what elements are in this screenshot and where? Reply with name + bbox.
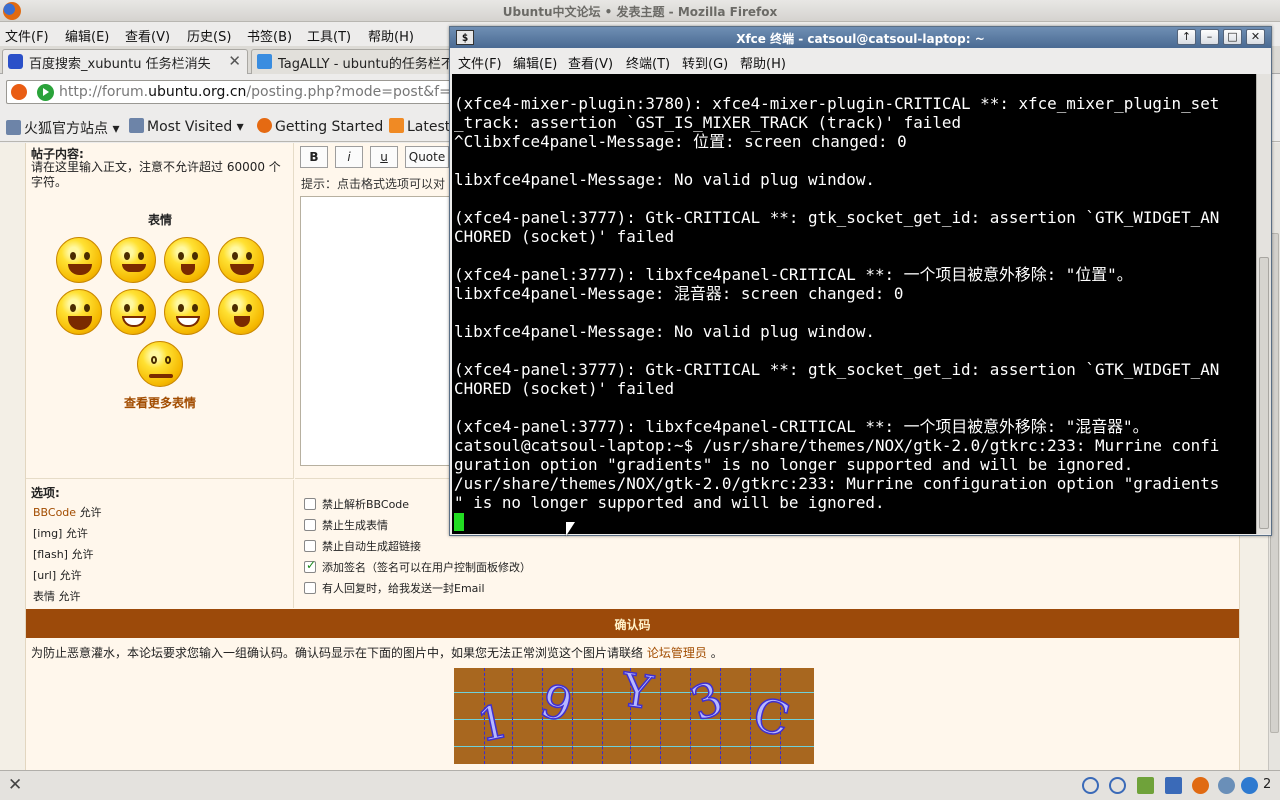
- smiley-icon[interactable]: [218, 237, 264, 283]
- option-bbcode: BBCode 允许: [33, 506, 102, 519]
- terminal-window-title: Xfce 终端 - catsoul@catsoul-laptop: ~: [736, 32, 985, 46]
- bookmark-firefox-official[interactable]: 火狐官方站点 ▾: [6, 118, 119, 138]
- close-button[interactable]: ✕: [1246, 29, 1265, 45]
- more-smilies-link[interactable]: 查看更多表情: [26, 394, 294, 411]
- scrollbar-thumb[interactable]: [1259, 257, 1269, 529]
- firefox-icon: [257, 118, 272, 133]
- firefox-window-title: Ubuntu中文论坛 • 发表主题 - Mozilla Firefox: [502, 5, 778, 19]
- smiley-icon[interactable]: [164, 289, 210, 335]
- underline-button[interactable]: u: [370, 146, 398, 168]
- terminal-titlebar[interactable]: $ Xfce 终端 - catsoul@catsoul-laptop: ~ ↑ …: [450, 27, 1271, 48]
- post-content-hint: 请在这里输入正文，注意不允许超过 60000 个字符。: [31, 160, 281, 189]
- confirm-code-description: 为防止恶意灌水，本论坛要求您输入一组确认码。确认码显示在下面的图片中，如果您无法…: [31, 646, 723, 660]
- menu-help[interactable]: 帮助(H): [368, 26, 414, 45]
- format-hint: 提示：点击格式选项可以对: [301, 177, 446, 191]
- smiley-icon[interactable]: [137, 341, 183, 387]
- tab-label: TagALLY - ubuntu的任务栏不: [278, 57, 451, 72]
- checkbox[interactable]: [304, 582, 316, 594]
- bbcode-link[interactable]: BBCode: [33, 506, 76, 519]
- fullscreen-icon[interactable]: [1165, 777, 1182, 794]
- bookmark-latest-headlines[interactable]: Latest: [389, 118, 450, 135]
- globe-icon[interactable]: [1241, 777, 1258, 794]
- checkbox-checked[interactable]: [304, 558, 316, 573]
- menu-view[interactable]: 查看(V): [125, 26, 170, 45]
- terminal-window: $ Xfce 终端 - catsoul@catsoul-laptop: ~ ↑ …: [449, 26, 1272, 536]
- disable-bbcode-option[interactable]: 禁止解析BBCode: [304, 496, 409, 512]
- smiley-icon[interactable]: [110, 237, 156, 283]
- terminal-output: (xfce4-mixer-plugin:3780): xfce4-mixer-p…: [454, 94, 1220, 512]
- confirm-code-header: 确认码: [26, 609, 1239, 638]
- terminal-menu-file[interactable]: 文件(F): [458, 53, 502, 72]
- notify-reply-option[interactable]: 有人回复时，给我发送一封Email: [304, 580, 485, 596]
- bookmark-most-visited[interactable]: Most Visited ▾: [129, 118, 244, 135]
- rss-icon: [389, 118, 404, 133]
- go-arrow-icon[interactable]: [37, 84, 54, 101]
- post-label-cell: 帖子内容: 请在这里输入正文，注意不允许超过 60000 个字符。 表情 查看更…: [26, 143, 294, 479]
- option-url: [url] 允许: [33, 569, 82, 582]
- disable-magic-url-option[interactable]: 禁止自动生成超链接: [304, 538, 421, 554]
- bold-button[interactable]: B: [300, 146, 328, 168]
- status-bar: ✕ 2: [0, 770, 1280, 800]
- terminal-menu-view[interactable]: 查看(V): [568, 53, 613, 72]
- tab-label: 百度搜索_xubuntu 任务栏消失: [29, 57, 211, 72]
- mouse-pointer-icon: [566, 522, 575, 536]
- tab-tagally[interactable]: TagALLY - ubuntu的任务栏不: [251, 49, 451, 74]
- checkbox[interactable]: [304, 540, 316, 552]
- options-label: 选项:: [31, 486, 60, 500]
- menu-bookmarks[interactable]: 书签(B): [247, 26, 292, 45]
- option-flash: [flash] 允许: [33, 548, 94, 561]
- menu-tools[interactable]: 工具(T): [307, 26, 351, 45]
- forum-admin-link[interactable]: 论坛管理员: [647, 646, 707, 660]
- terminal-scrollbar[interactable]: [1256, 74, 1271, 534]
- zoom-in-icon[interactable]: [1109, 777, 1126, 794]
- smiley-icon[interactable]: [218, 289, 264, 335]
- tagally-icon: [257, 54, 272, 69]
- terminal-menu-help[interactable]: 帮助(H): [740, 53, 786, 72]
- close-icon[interactable]: ✕: [8, 775, 22, 795]
- terminal-menu-terminal[interactable]: 终端(T): [626, 53, 670, 72]
- folder-icon: [6, 120, 21, 135]
- settings-icon[interactable]: [1218, 777, 1235, 794]
- workspace-number: 2: [1263, 777, 1272, 792]
- quote-button[interactable]: Quote: [405, 146, 449, 168]
- menu-history[interactable]: 历史(S): [187, 26, 231, 45]
- folder-icon: [129, 118, 144, 133]
- zoom-out-icon[interactable]: [1082, 777, 1099, 794]
- checkbox[interactable]: [304, 519, 316, 531]
- smiley-icon[interactable]: [164, 237, 210, 283]
- checkbox[interactable]: [304, 498, 316, 510]
- ubuntu-icon: [11, 84, 27, 100]
- options-label-cell: 选项: BBCode 允许 [img] 允许 [flash] 允许 [url] …: [26, 480, 294, 608]
- terminal-menu-go[interactable]: 转到(G): [682, 53, 728, 72]
- option-smilies: 表情 允许: [33, 590, 81, 603]
- maximize-button[interactable]: □: [1223, 29, 1242, 45]
- italic-button[interactable]: i: [335, 146, 363, 168]
- smiley-icon[interactable]: [56, 289, 102, 335]
- terminal-screen[interactable]: (xfce4-mixer-plugin:3780): xfce4-mixer-p…: [452, 74, 1256, 534]
- smiley-icon[interactable]: [110, 289, 156, 335]
- firefox-icon[interactable]: [1192, 777, 1209, 794]
- tab-close-icon[interactable]: ✕: [228, 52, 241, 70]
- terminal-menubar: 文件(F) 编辑(E) 查看(V) 终端(T) 转到(G) 帮助(H): [450, 48, 1271, 74]
- minimize-button[interactable]: –: [1200, 29, 1219, 45]
- download-icon[interactable]: [1137, 777, 1154, 794]
- menu-file[interactable]: 文件(F): [5, 26, 49, 45]
- captcha-image: 1 9 Y 3 C: [454, 668, 814, 764]
- menu-edit[interactable]: 编辑(E): [65, 26, 109, 45]
- url-bar[interactable]: http://forum.ubuntu.org.cn/posting.php?m…: [6, 80, 469, 104]
- firefox-titlebar: Ubuntu中文论坛 • 发表主题 - Mozilla Firefox: [0, 0, 1280, 22]
- smilies-title: 表情: [147, 213, 172, 227]
- tab-baidu-search[interactable]: 百度搜索_xubuntu 任务栏消失 ✕: [2, 49, 248, 74]
- shade-button[interactable]: ↑: [1177, 29, 1196, 45]
- baidu-icon: [8, 54, 23, 69]
- terminal-menu-edit[interactable]: 编辑(E): [513, 53, 557, 72]
- smiley-icon[interactable]: [56, 237, 102, 283]
- url-text[interactable]: http://forum.ubuntu.org.cn/posting.php?m…: [59, 84, 469, 100]
- bookmark-getting-started[interactable]: Getting Started: [257, 118, 383, 135]
- disable-smilies-option[interactable]: 禁止生成表情: [304, 517, 388, 533]
- option-img: [img] 允许: [33, 527, 88, 540]
- attach-signature-option[interactable]: 添加签名（签名可以在用户控制面板修改）: [304, 558, 531, 575]
- text-cursor: [454, 513, 464, 531]
